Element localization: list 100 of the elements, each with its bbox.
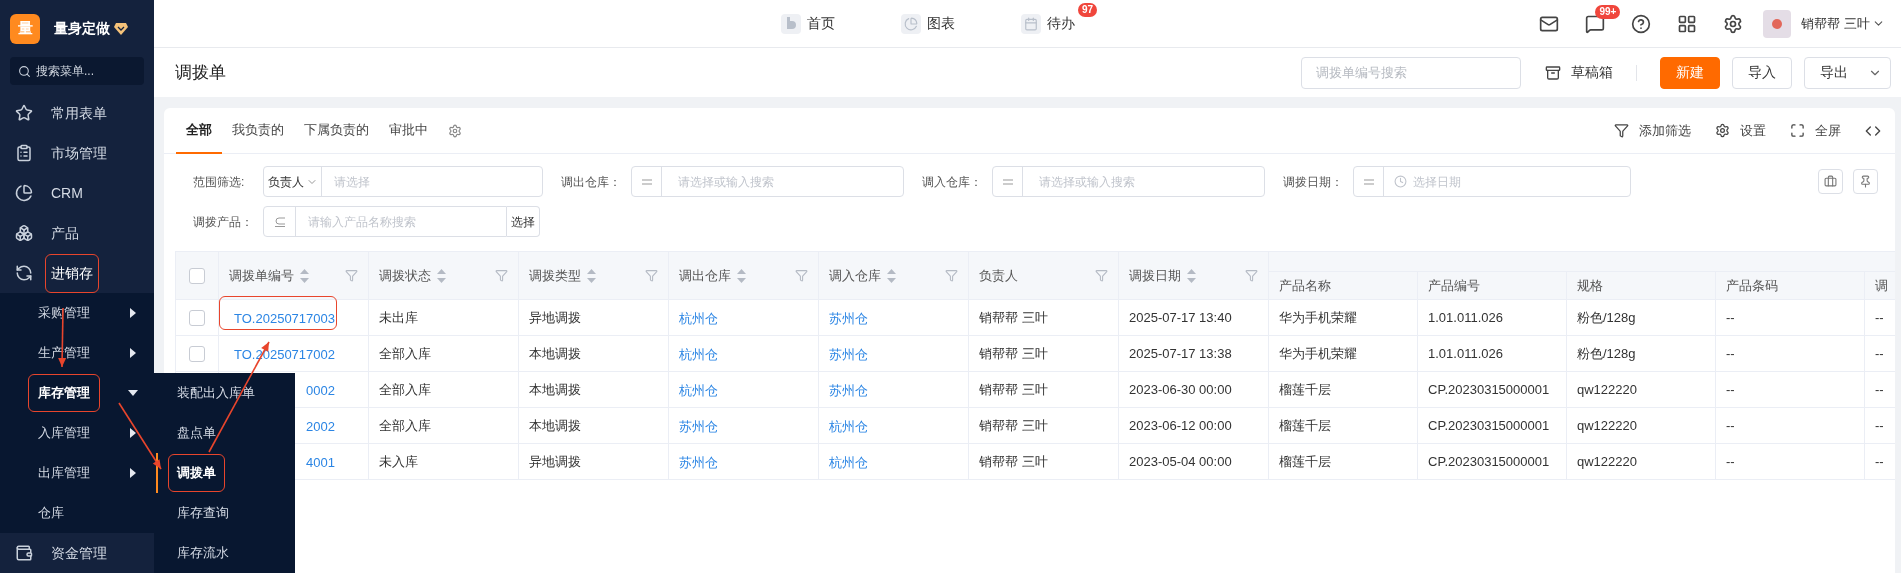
- record-link[interactable]: TO.20250717003: [229, 308, 335, 328]
- header-cell: 产品编号: [1417, 271, 1567, 300]
- flyout-item[interactable]: 装配出入库单: [154, 373, 295, 413]
- drafts-button[interactable]: 草稿箱: [1545, 62, 1613, 83]
- date-field[interactable]: 选择日期: [1353, 166, 1631, 197]
- pin-icon: [1859, 175, 1872, 188]
- table-cell: 销帮帮 三叶: [968, 335, 1119, 372]
- tab[interactable]: 全部: [176, 107, 222, 154]
- filter-icon[interactable]: [495, 269, 508, 282]
- filter-icon[interactable]: [1245, 269, 1258, 282]
- menu-item[interactable]: 产品: [0, 213, 154, 253]
- table-cell: 异地调拨: [518, 299, 669, 336]
- sort-icon[interactable]: [737, 268, 746, 283]
- select-field[interactable]: 请选择或输入搜索: [992, 166, 1265, 197]
- sort-icon[interactable]: [300, 268, 309, 283]
- submenu-item[interactable]: 仓库: [0, 493, 154, 533]
- table-cell: 销帮帮 三叶: [968, 407, 1119, 444]
- annotation-box: [45, 253, 99, 293]
- menu-item[interactable]: 资金管理: [0, 533, 154, 573]
- table-cell: 本地调拨: [518, 407, 669, 444]
- sort-icon[interactable]: [1187, 268, 1196, 283]
- record-link[interactable]: 杭州仓: [679, 308, 718, 328]
- dropdown-button[interactable]: 导出: [1804, 56, 1891, 89]
- search-field[interactable]: 调拨单编号搜索: [1301, 56, 1521, 89]
- wallet-icon: [15, 544, 33, 562]
- grid-icon[interactable]: [1677, 13, 1698, 34]
- help-icon[interactable]: [1631, 13, 1652, 34]
- scope-select[interactable]: 负责人: [264, 167, 322, 196]
- toolbar-button[interactable]: 全屏: [1790, 120, 1841, 141]
- annotation-box: [28, 374, 100, 412]
- column-title: 调入仓库: [829, 266, 881, 285]
- tab[interactable]: 下属负责的: [294, 107, 379, 154]
- checkbox[interactable]: [189, 267, 205, 284]
- filter-label: 调入仓库：: [922, 173, 983, 191]
- table-cell: qw122220: [1566, 443, 1716, 480]
- record-link[interactable]: 苏州仓: [679, 452, 718, 472]
- caret-right-icon: [130, 308, 136, 318]
- flyout-item[interactable]: 库存查询: [154, 493, 295, 533]
- table-cell: 本地调拨: [518, 371, 669, 408]
- menu-item[interactable]: 市场管理: [0, 133, 154, 173]
- input-field[interactable]: 请选择或输入搜索: [1023, 172, 1264, 191]
- select-field[interactable]: 请选择或输入搜索: [631, 166, 904, 197]
- submenu-item[interactable]: 库存管理: [0, 373, 154, 413]
- sort-icon[interactable]: [887, 268, 896, 283]
- filter-icon[interactable]: [795, 269, 808, 282]
- caret-right-icon: [130, 468, 136, 478]
- scope-field[interactable]: 负责人 请选择: [263, 166, 543, 197]
- archive-icon: [1545, 64, 1561, 81]
- filter-label: 调出仓库：: [561, 173, 622, 191]
- pin-button[interactable]: [1853, 169, 1878, 194]
- record-link[interactable]: 苏州仓: [829, 308, 868, 328]
- record-link[interactable]: 杭州仓: [829, 416, 868, 436]
- toolbar-button[interactable]: 设置: [1715, 120, 1766, 141]
- input-field[interactable]: 请输入产品名称搜索: [296, 212, 506, 231]
- diamond-icon: [114, 22, 128, 35]
- filter-icon[interactable]: [1095, 269, 1108, 282]
- filter-icon[interactable]: [645, 269, 658, 282]
- record-link[interactable]: 杭州仓: [679, 380, 718, 400]
- menu-item[interactable]: 常用表单: [0, 93, 154, 133]
- nav-link[interactable]: 首页: [781, 13, 835, 34]
- record-link[interactable]: 杭州仓: [679, 344, 718, 364]
- tab[interactable]: 我负责的: [222, 107, 294, 154]
- filter-label: 调拨日期：: [1283, 173, 1344, 191]
- submenu-item[interactable]: 出库管理: [0, 453, 154, 493]
- input-field[interactable]: 请选择或输入搜索: [662, 172, 903, 191]
- toolbar-button[interactable]: 添加筛选: [1614, 120, 1691, 141]
- header-cell: 产品条码: [1715, 271, 1865, 300]
- sort-icon[interactable]: [587, 268, 596, 283]
- record-link[interactable]: 杭州仓: [829, 452, 868, 472]
- menu-item[interactable]: CRM: [0, 173, 154, 213]
- record-link[interactable]: 苏州仓: [829, 380, 868, 400]
- select-button[interactable]: 选择: [507, 206, 540, 237]
- table-cell: 2025-07-17 13:38: [1118, 335, 1269, 372]
- record-link[interactable]: 苏州仓: [829, 344, 868, 364]
- checkbox[interactable]: [189, 309, 205, 326]
- user-menu[interactable]: 销帮帮 三叶: [1763, 9, 1885, 38]
- flyout-item[interactable]: 盘点单: [154, 413, 295, 453]
- tab[interactable]: 审批中: [379, 107, 438, 154]
- nav-link[interactable]: 图表: [901, 13, 955, 34]
- search-icon: [18, 64, 31, 78]
- input-field[interactable]: 请选择: [322, 172, 542, 191]
- filter-icon[interactable]: [945, 269, 958, 282]
- submenu-item[interactable]: 入库管理: [0, 413, 154, 453]
- avatar: [1763, 9, 1792, 38]
- settings-icon[interactable]: [1723, 13, 1744, 34]
- chat-icon[interactable]: [1585, 13, 1606, 34]
- product-field[interactable]: 请输入产品名称搜索: [263, 206, 507, 237]
- pie-chart-icon: [901, 13, 921, 34]
- record-link[interactable]: 苏州仓: [679, 416, 718, 436]
- input-field[interactable]: 选择日期: [1407, 172, 1630, 191]
- briefcase-button[interactable]: [1818, 169, 1843, 194]
- action-button[interactable]: 导入: [1732, 56, 1792, 89]
- table-cell: 2025-07-17 13:40: [1118, 299, 1269, 336]
- search-field[interactable]: 搜索菜单...: [10, 57, 144, 85]
- column-title: 调拨状态: [379, 266, 431, 285]
- search-input[interactable]: 搜索菜单...: [36, 62, 136, 80]
- flyout-item[interactable]: 库存流水: [154, 533, 295, 573]
- filter-icon[interactable]: [345, 269, 358, 282]
- checkbox[interactable]: [189, 345, 205, 362]
- sort-icon[interactable]: [437, 268, 446, 283]
